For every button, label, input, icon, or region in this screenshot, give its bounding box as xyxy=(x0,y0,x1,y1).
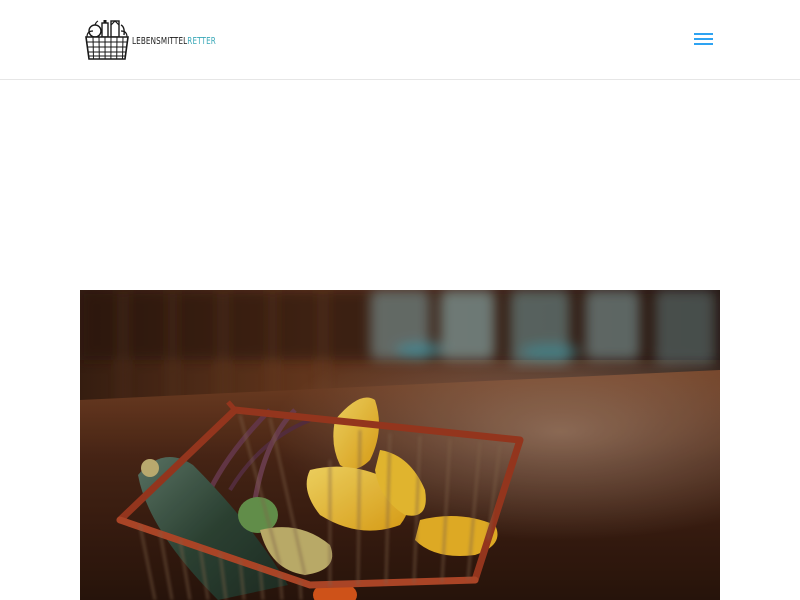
hamburger-menu-icon[interactable] xyxy=(692,30,716,50)
menu-bar xyxy=(694,43,713,45)
basket-of-vegetables-photo xyxy=(80,290,720,600)
menu-bar xyxy=(694,38,713,40)
hero-image-basket-of-vegetables xyxy=(80,290,720,600)
logo-wordmark: LEBENSMITTELRETTER xyxy=(132,36,216,47)
logo-text-main: LEBENSMITTEL xyxy=(132,36,188,47)
site-logo[interactable]: LEBENSMITTELRETTER xyxy=(84,17,249,63)
logo-text-accent: RETTER xyxy=(187,36,216,47)
shopping-basket-logo-icon xyxy=(85,20,129,60)
menu-bar xyxy=(694,33,713,35)
site-header: LEBENSMITTELRETTER xyxy=(0,0,800,80)
